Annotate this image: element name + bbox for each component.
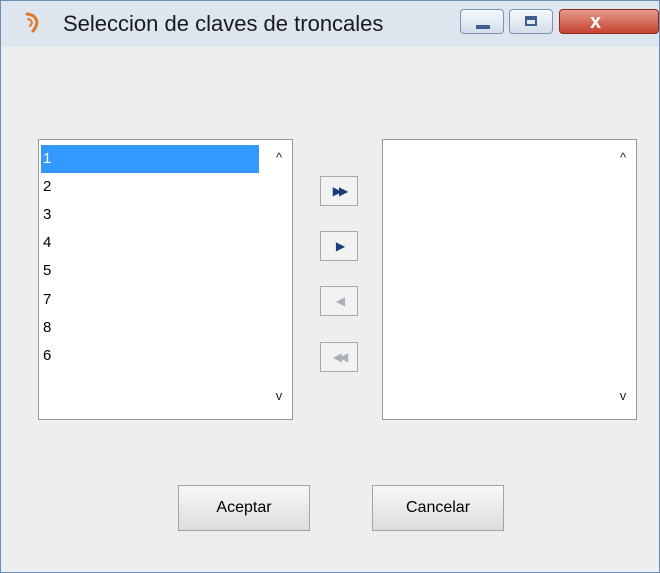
dialog-content: 1 2 3 4 5 7 8 6 ^ v ▶▶ ▶ ◀ ◀◀ ^ v Acepta… — [2, 47, 658, 570]
close-icon: x — [590, 11, 602, 33]
minimize-icon — [476, 25, 490, 29]
list-item[interactable]: 8 — [41, 314, 259, 342]
minimize-button[interactable] — [460, 9, 504, 34]
list-item[interactable]: 4 — [41, 229, 259, 257]
app-icon — [25, 12, 39, 33]
dialog-window: Seleccion de claves de troncales x 1 2 3… — [0, 0, 660, 573]
window-title: Seleccion de claves de troncales — [63, 11, 384, 36]
scroll-up-icon[interactable]: ^ — [271, 150, 287, 166]
arrow-left-icon: ◀ — [335, 294, 345, 308]
remove-all-button[interactable]: ◀◀ — [320, 342, 358, 372]
maximize-icon — [525, 16, 537, 26]
list-item[interactable]: 6 — [41, 342, 259, 370]
accept-button[interactable]: Aceptar — [178, 485, 310, 531]
title-bar[interactable]: Seleccion de claves de troncales x — [1, 1, 659, 47]
list-item[interactable]: 2 — [41, 173, 259, 201]
maximize-button[interactable] — [509, 9, 553, 34]
scroll-down-icon[interactable]: v — [615, 388, 631, 404]
scroll-up-icon[interactable]: ^ — [615, 150, 631, 166]
double-arrow-left-icon: ◀◀ — [332, 350, 349, 364]
list-item[interactable]: 7 — [41, 286, 259, 314]
close-button[interactable]: x — [559, 9, 659, 34]
add-one-button[interactable]: ▶ — [320, 231, 358, 261]
list-item[interactable]: 5 — [41, 257, 259, 285]
available-keys-list[interactable]: 1 2 3 4 5 7 8 6 ^ v — [38, 139, 293, 420]
selected-keys-list[interactable]: ^ v — [382, 139, 637, 420]
remove-one-button[interactable]: ◀ — [320, 286, 358, 316]
scroll-down-icon[interactable]: v — [271, 388, 287, 404]
cancel-button[interactable]: Cancelar — [372, 485, 504, 531]
double-arrow-right-icon: ▶▶ — [332, 184, 349, 198]
arrow-right-icon: ▶ — [335, 239, 345, 253]
add-all-button[interactable]: ▶▶ — [320, 176, 358, 206]
list-item[interactable]: 3 — [41, 201, 259, 229]
list-item[interactable]: 1 — [41, 145, 259, 173]
